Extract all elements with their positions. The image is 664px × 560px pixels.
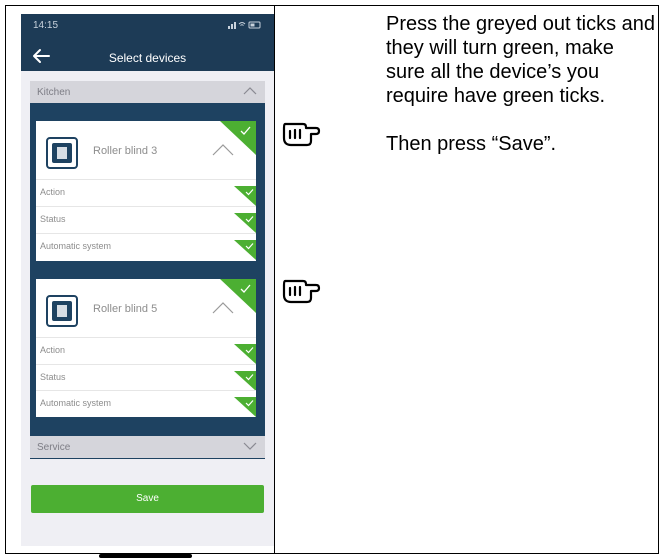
feature-row-status[interactable]: Status — [36, 364, 256, 391]
row-label: Status — [40, 214, 66, 224]
signal-wifi-battery-icon — [228, 21, 261, 29]
green-tick-icon — [234, 240, 256, 260]
feature-row-automatic-system[interactable]: Automatic system — [36, 233, 256, 260]
group-label: Service — [37, 442, 71, 453]
row-label: Automatic system — [40, 398, 112, 408]
roller-blind-icon — [46, 137, 78, 169]
status-time: 14:15 — [33, 20, 59, 31]
instruction-paragraph-2: Then press “Save”. — [386, 133, 557, 155]
green-tick-icon — [234, 186, 256, 206]
status-icons — [228, 20, 262, 31]
home-indicator — [99, 554, 192, 558]
chevron-up-icon — [243, 87, 257, 95]
green-tick-icon — [234, 213, 256, 233]
group-label: Kitchen — [37, 87, 71, 98]
chevron-down-icon — [243, 442, 257, 450]
device-name: Roller blind 5 — [93, 303, 158, 315]
row-label: Action — [40, 345, 66, 355]
device-select-tick-icon[interactable] — [220, 279, 256, 313]
instructions-text: Press the greyed out ticks and they will… — [386, 12, 656, 156]
column-divider — [274, 5, 275, 554]
row-label: Action — [40, 187, 66, 197]
pointing-hand-icon — [282, 279, 321, 304]
row-label: Status — [40, 372, 66, 382]
row-label: Automatic system — [40, 241, 112, 251]
feature-row-status[interactable]: Status — [36, 206, 256, 233]
device-list: Kitchen Roller blind 3 Action Status Aut… — [30, 81, 265, 459]
roller-blind-icon — [46, 295, 78, 327]
feature-row-action[interactable]: Action — [36, 179, 256, 206]
status-bar: 14:15 — [21, 14, 274, 36]
phone-screenshot: 14:15 Select devices Kitchen Roller blin… — [21, 14, 274, 546]
green-tick-icon — [234, 371, 256, 391]
feature-row-automatic-system[interactable]: Automatic system — [36, 390, 256, 417]
group-header-service[interactable]: Service — [30, 436, 265, 458]
page-title: Select devices — [108, 51, 187, 65]
device-card-roller-blind-3: Roller blind 3 Action Status Automatic s… — [36, 121, 256, 261]
group-header-kitchen[interactable]: Kitchen — [30, 81, 265, 103]
green-tick-icon — [234, 397, 256, 417]
green-tick-icon — [234, 344, 256, 364]
instruction-paragraph-1: Press the greyed out ticks and they will… — [386, 13, 656, 107]
device-name: Roller blind 3 — [93, 145, 158, 157]
device-card-roller-blind-5: Roller blind 5 Action Status Automatic s… — [36, 279, 256, 417]
save-button[interactable]: Save — [31, 485, 264, 513]
feature-row-action[interactable]: Action — [36, 337, 256, 364]
device-select-tick-icon[interactable] — [220, 121, 256, 155]
top-bar: 14:15 Select devices — [21, 14, 274, 71]
pointing-hand-icon — [282, 122, 321, 147]
